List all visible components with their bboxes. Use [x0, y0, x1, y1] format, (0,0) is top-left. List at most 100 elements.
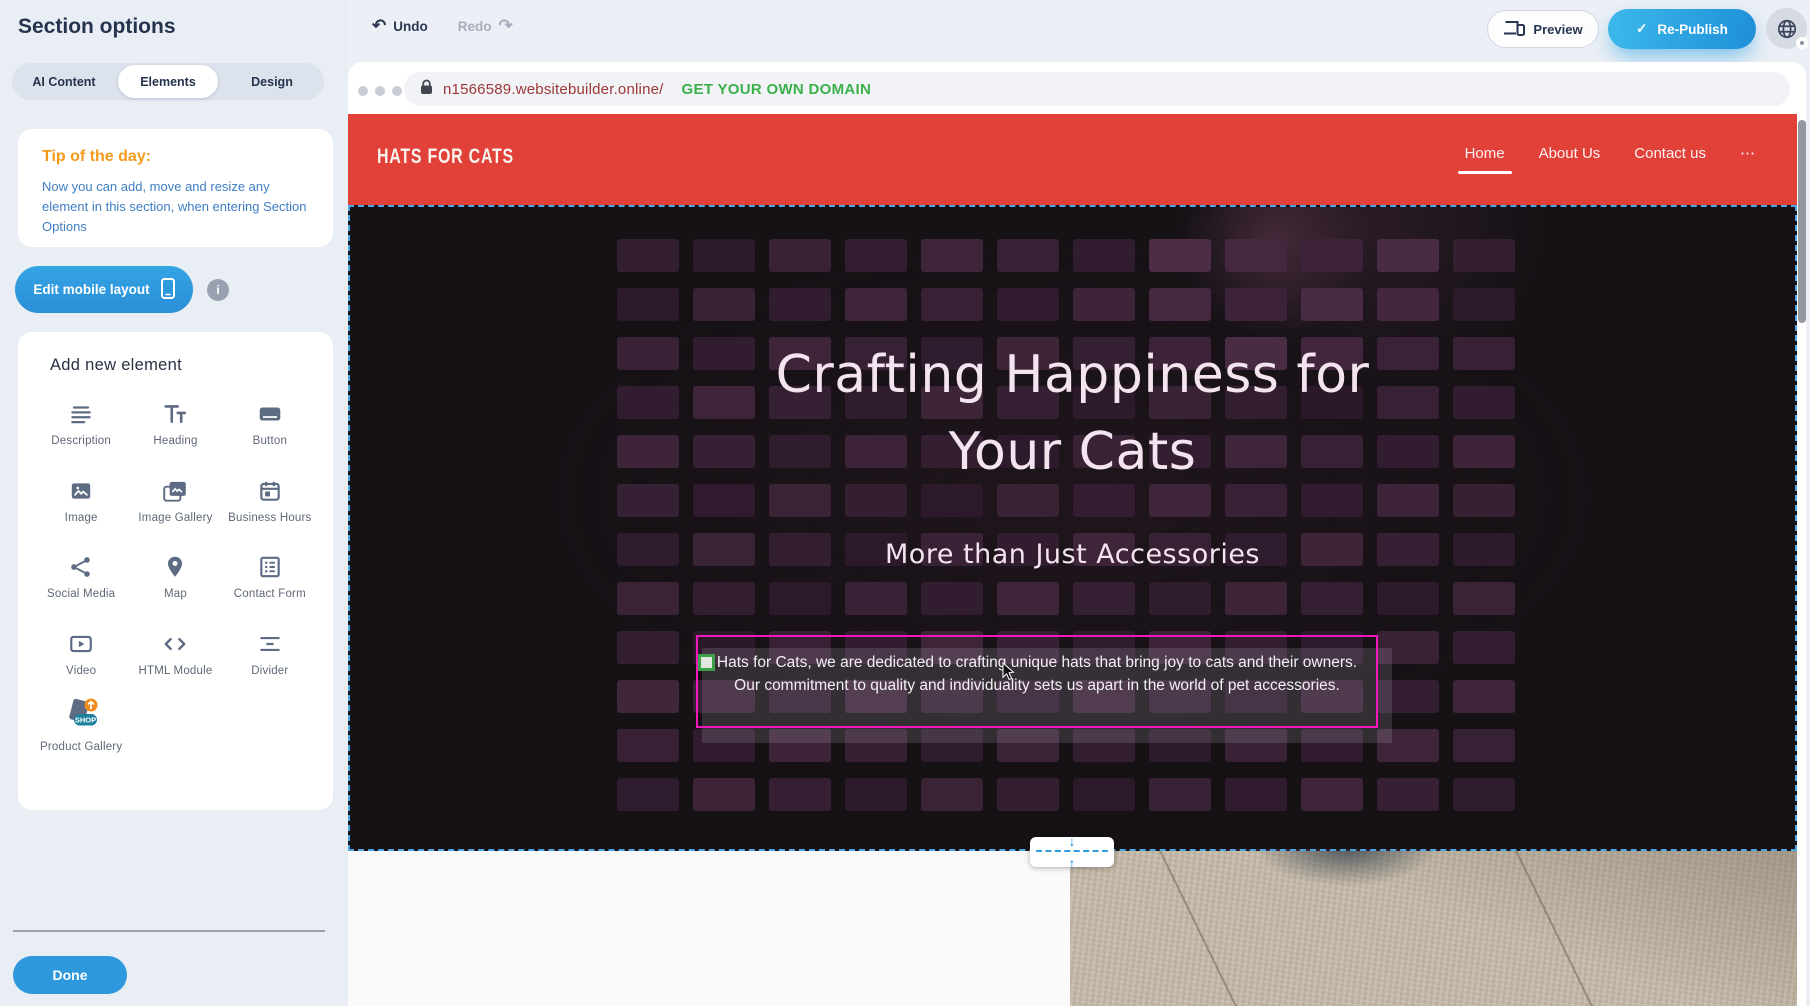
undo-redo-group: ↶ Undo Redo ↷ — [372, 16, 513, 36]
tab-ai-content[interactable]: AI Content — [14, 65, 114, 98]
add-element-description[interactable]: Description — [38, 395, 124, 450]
add-element-business-hours[interactable]: Business Hours — [227, 472, 313, 527]
mosaic-tile — [997, 239, 1059, 272]
add-element-title: Add new element — [50, 356, 333, 375]
mosaic-tile — [845, 582, 907, 615]
republish-button[interactable]: ✓ Re-Publish — [1608, 9, 1756, 49]
tab-elements[interactable]: Elements — [118, 65, 218, 98]
globe-icon[interactable] — [1766, 8, 1807, 49]
page-title: Section options — [18, 15, 176, 39]
paragraph-text: Hats for Cats, we are dedicated to craft… — [698, 652, 1376, 697]
mosaic-tile — [1073, 778, 1135, 811]
preview-button[interactable]: Preview — [1487, 10, 1599, 48]
add-element-map[interactable]: Map — [132, 548, 218, 603]
product-gallery-icon: SHOP — [60, 701, 102, 733]
mosaic-tile — [617, 631, 679, 664]
map-icon — [162, 548, 188, 580]
mosaic-tile — [1453, 239, 1515, 272]
mosaic-tile — [693, 239, 755, 272]
mosaic-tile — [1149, 239, 1211, 272]
button-icon — [256, 395, 284, 427]
site-logo[interactable]: HATS FOR CATS — [377, 145, 514, 169]
nav-item-home[interactable]: Home — [1465, 145, 1505, 166]
info-icon[interactable]: i — [207, 279, 229, 301]
hero-title-line2: Your Cats — [350, 414, 1795, 491]
next-section-background — [348, 851, 1070, 1006]
heading-icon — [162, 395, 188, 427]
done-button[interactable]: Done — [13, 956, 127, 994]
contact-form-icon — [257, 548, 283, 580]
mosaic-tile — [617, 778, 679, 811]
mosaic-tile — [1073, 288, 1135, 321]
add-element-video[interactable]: Video — [38, 625, 124, 680]
mosaic-tile — [1453, 631, 1515, 664]
mosaic-tile — [1377, 778, 1439, 811]
element-label: Description — [51, 434, 111, 450]
hero-title[interactable]: Crafting Happiness for Your Cats — [350, 337, 1795, 491]
window-dot-icon — [358, 86, 368, 96]
add-element-image[interactable]: Image — [38, 472, 124, 527]
mosaic-tile — [617, 288, 679, 321]
nav-item-aboutus[interactable]: About Us — [1539, 145, 1601, 166]
preview-scrollbar[interactable] — [1798, 120, 1806, 323]
mosaic-tile — [1301, 239, 1363, 272]
add-element-button[interactable]: Button — [227, 395, 313, 450]
hero-section[interactable]: Crafting Happiness for Your Cats More th… — [348, 205, 1797, 851]
mosaic-tile — [1301, 288, 1363, 321]
mosaic-tile — [845, 288, 907, 321]
mosaic-tile — [617, 239, 679, 272]
mosaic-tile — [1225, 778, 1287, 811]
mosaic-tile — [921, 582, 983, 615]
mosaic-tile — [1301, 582, 1363, 615]
sidebar-divider — [13, 930, 325, 932]
mosaic-tile — [1225, 288, 1287, 321]
add-element-contact-form[interactable]: Contact Form — [227, 548, 313, 603]
element-label: Button — [253, 434, 287, 450]
mosaic-tile — [693, 582, 755, 615]
add-element-image-gallery[interactable]: Image Gallery — [132, 472, 218, 527]
add-element-social-media[interactable]: Social Media — [38, 548, 124, 603]
add-element-product-gallery[interactable]: SHOP Product Gallery — [38, 701, 124, 756]
arrow-up-icon: ↑ — [1030, 856, 1114, 870]
element-label: Product Gallery — [40, 740, 122, 756]
add-element-heading[interactable]: Heading — [132, 395, 218, 450]
hero-subtitle[interactable]: More than Just Accessories — [350, 539, 1795, 570]
get-your-own-domain-link[interactable]: GET YOUR OWN DOMAIN — [682, 81, 872, 98]
tab-design[interactable]: Design — [222, 65, 322, 98]
mosaic-tile — [1377, 288, 1439, 321]
section-resize-handle[interactable]: ↓ ↑ — [1030, 837, 1114, 867]
tip-body: Now you can add, move and resize any ele… — [42, 177, 309, 237]
site-nav: Home About Us Contact us ⋯ — [1465, 144, 1755, 166]
mosaic-tile — [1073, 582, 1135, 615]
edit-mobile-layout-button[interactable]: Edit mobile layout — [15, 266, 193, 313]
redo-button[interactable]: Redo ↷ — [458, 16, 513, 36]
element-grid: Description Heading Button Image Image Galle… — [18, 389, 333, 762]
browser-address-bar[interactable]: n1566589.websitebuilder.online/ GET YOUR… — [404, 72, 1790, 106]
devices-icon — [1503, 20, 1525, 39]
image-gallery-icon — [161, 472, 189, 504]
site-url: n1566589.websitebuilder.online/ — [443, 81, 664, 98]
drag-handle[interactable] — [698, 654, 715, 671]
selected-paragraph-element[interactable]: Hats for Cats, we are dedicated to craft… — [696, 635, 1378, 728]
section-options-sidebar: Section options AI ContentElementsDesign… — [0, 0, 348, 1006]
mosaic-tile — [997, 778, 1059, 811]
tip-of-the-day-card: Tip of the day: Now you can add, move an… — [18, 129, 333, 247]
edit-mobile-label: Edit mobile layout — [33, 282, 149, 297]
arrow-down-icon: ↓ — [1030, 834, 1114, 848]
image-icon — [68, 472, 94, 504]
add-element-html-module[interactable]: HTML Module — [132, 625, 218, 680]
element-label: Divider — [251, 664, 288, 680]
social-media-icon — [68, 548, 94, 580]
pavement-photo — [1070, 851, 1797, 1006]
mosaic-tile — [769, 582, 831, 615]
lock-icon — [420, 79, 433, 100]
divider-icon — [256, 625, 284, 657]
undo-icon: ↶ — [372, 16, 386, 36]
nav-item-[interactable]: ⋯ — [1740, 144, 1755, 166]
undo-button[interactable]: ↶ Undo — [372, 16, 428, 36]
element-label: Image Gallery — [138, 511, 212, 527]
mosaic-tile — [1225, 582, 1287, 615]
nav-item-contactus[interactable]: Contact us — [1634, 145, 1706, 166]
mosaic-tile — [845, 239, 907, 272]
add-element-divider[interactable]: Divider — [227, 625, 313, 680]
